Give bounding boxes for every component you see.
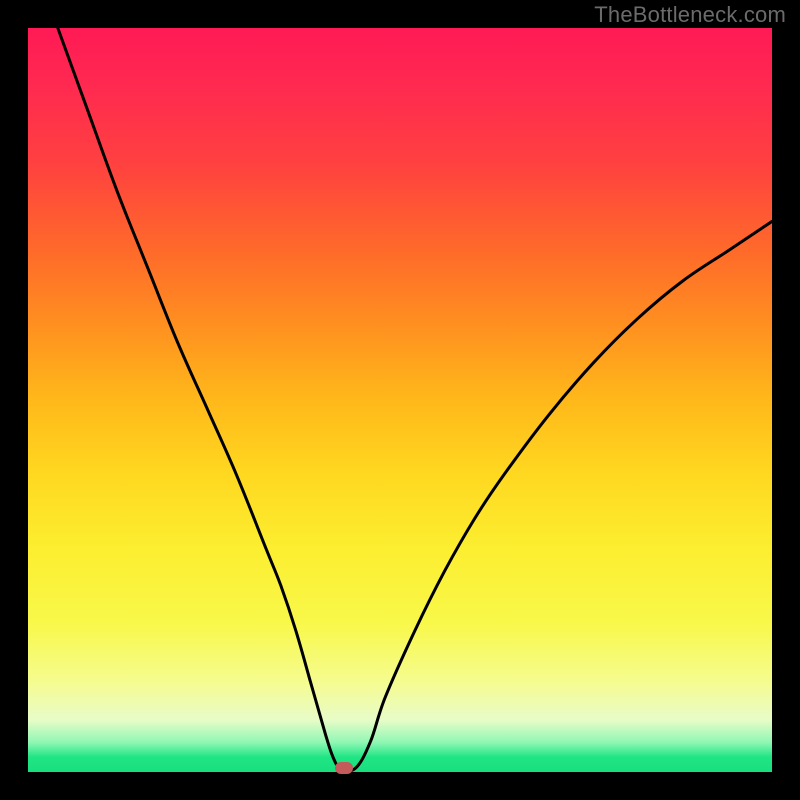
bottleneck-curve-path (58, 28, 772, 771)
plot-area (28, 28, 772, 772)
bottleneck-curve-svg (28, 28, 772, 772)
optimal-point-marker (335, 762, 353, 774)
watermark-text: TheBottleneck.com (594, 2, 786, 28)
